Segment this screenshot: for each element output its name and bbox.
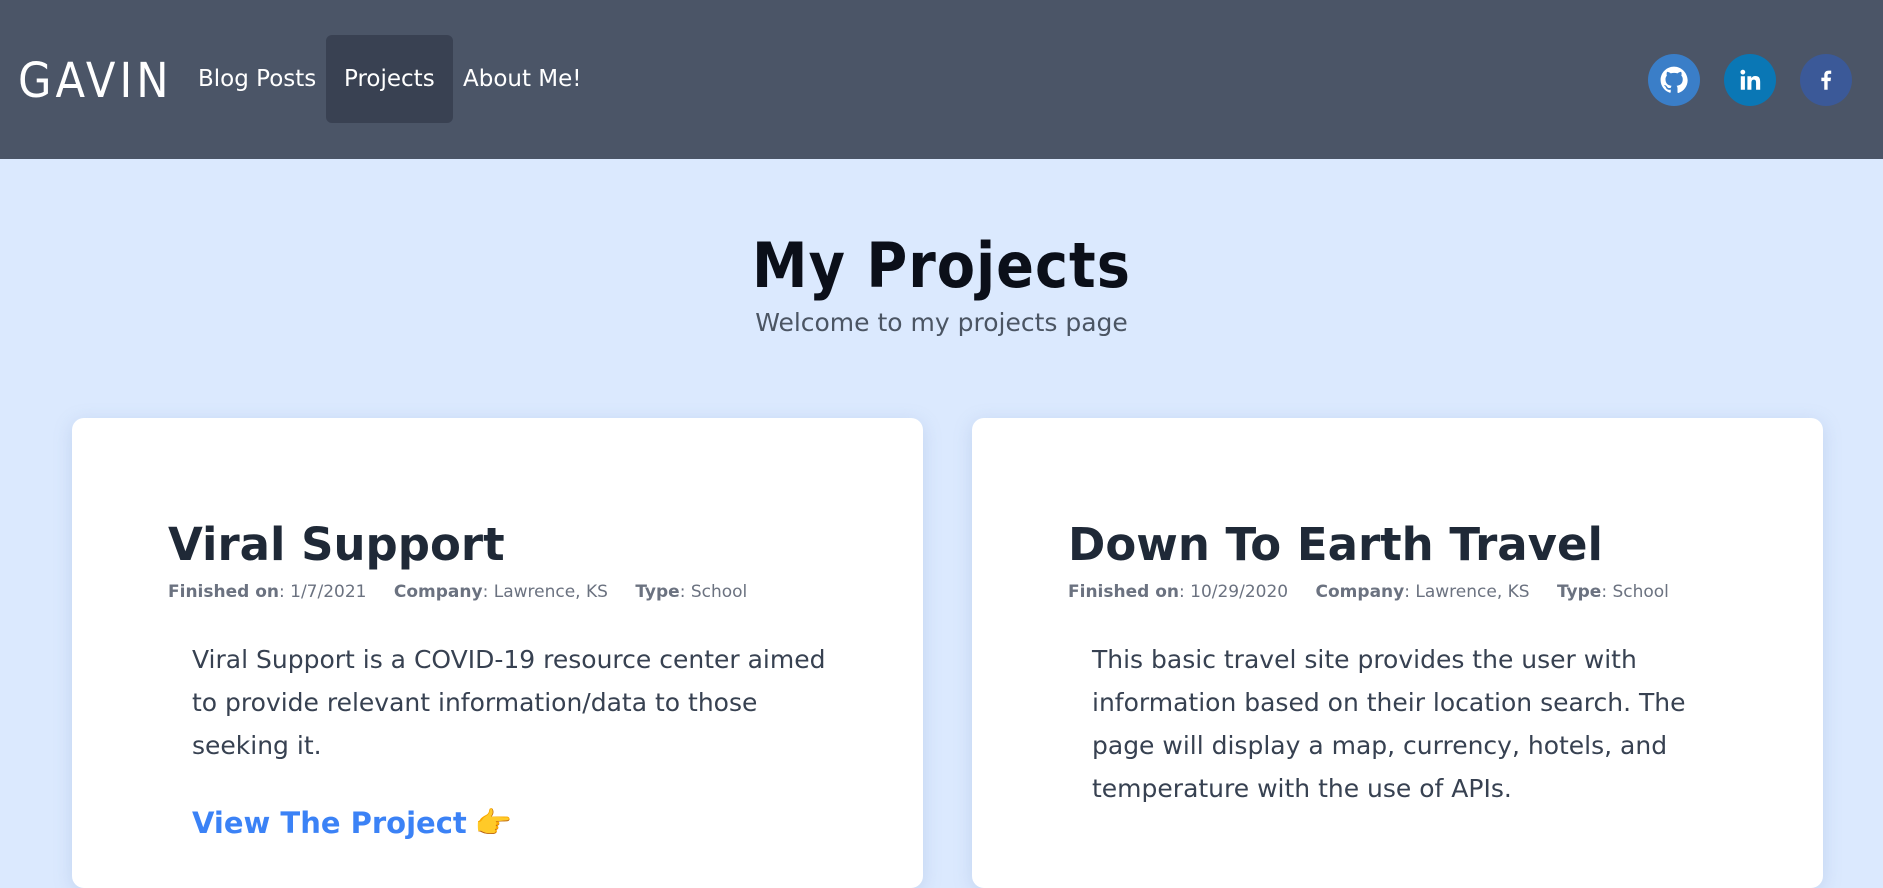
linkedin-button[interactable]: [1724, 54, 1776, 106]
type-value: : School: [679, 582, 748, 602]
company-label: Company: [1315, 582, 1405, 602]
project-description: Viral Support is a COVID-19 resource cen…: [192, 645, 826, 760]
facebook-button[interactable]: [1800, 54, 1852, 106]
project-card: Down To Earth Travel Finished on: 10/29/…: [972, 418, 1823, 888]
finished-value: : 10/29/2020: [1179, 582, 1289, 602]
facebook-icon: [1813, 67, 1839, 93]
project-title: Down To Earth Travel: [1068, 518, 1603, 571]
company-value: : Lawrence, KS: [482, 582, 608, 602]
nav-link-about-me[interactable]: About Me!: [445, 35, 600, 123]
finished-label: Finished on: [168, 582, 279, 602]
view-project-link[interactable]: View The Project 👉: [192, 806, 512, 841]
github-button[interactable]: [1648, 54, 1700, 106]
project-title: Viral Support: [168, 518, 505, 571]
page-subtitle: Welcome to my projects page: [755, 308, 1128, 337]
github-icon: [1660, 66, 1688, 94]
pointing-hand-icon: 👉: [474, 806, 513, 841]
project-card: Viral Support Finished on: 1/7/2021 Comp…: [72, 418, 923, 888]
page-title: My Projects: [752, 229, 1131, 302]
nav-link-projects[interactable]: Projects: [326, 35, 453, 123]
type-label: Type: [1556, 582, 1602, 602]
project-meta: Finished on: 1/7/2021 Company: Lawrence,…: [168, 582, 769, 602]
company-label: Company: [393, 582, 483, 602]
finished-value: : 1/7/2021: [279, 582, 367, 602]
company-value: : Lawrence, KS: [1404, 582, 1530, 602]
project-description: This basic travel site provides the user…: [1092, 645, 1686, 803]
top-navbar: GAVIN Blog Posts Projects About Me!: [0, 0, 1883, 159]
brand-logo[interactable]: GAVIN: [18, 48, 172, 114]
finished-label: Finished on: [1068, 582, 1179, 602]
project-meta: Finished on: 10/29/2020 Company: Lawrenc…: [1068, 582, 1691, 602]
view-project-label: View The Project: [192, 806, 467, 840]
linkedin-icon: [1737, 67, 1763, 93]
type-value: : School: [1601, 582, 1669, 602]
type-label: Type: [635, 582, 680, 602]
nav-link-blog-posts[interactable]: Blog Posts: [180, 35, 334, 123]
